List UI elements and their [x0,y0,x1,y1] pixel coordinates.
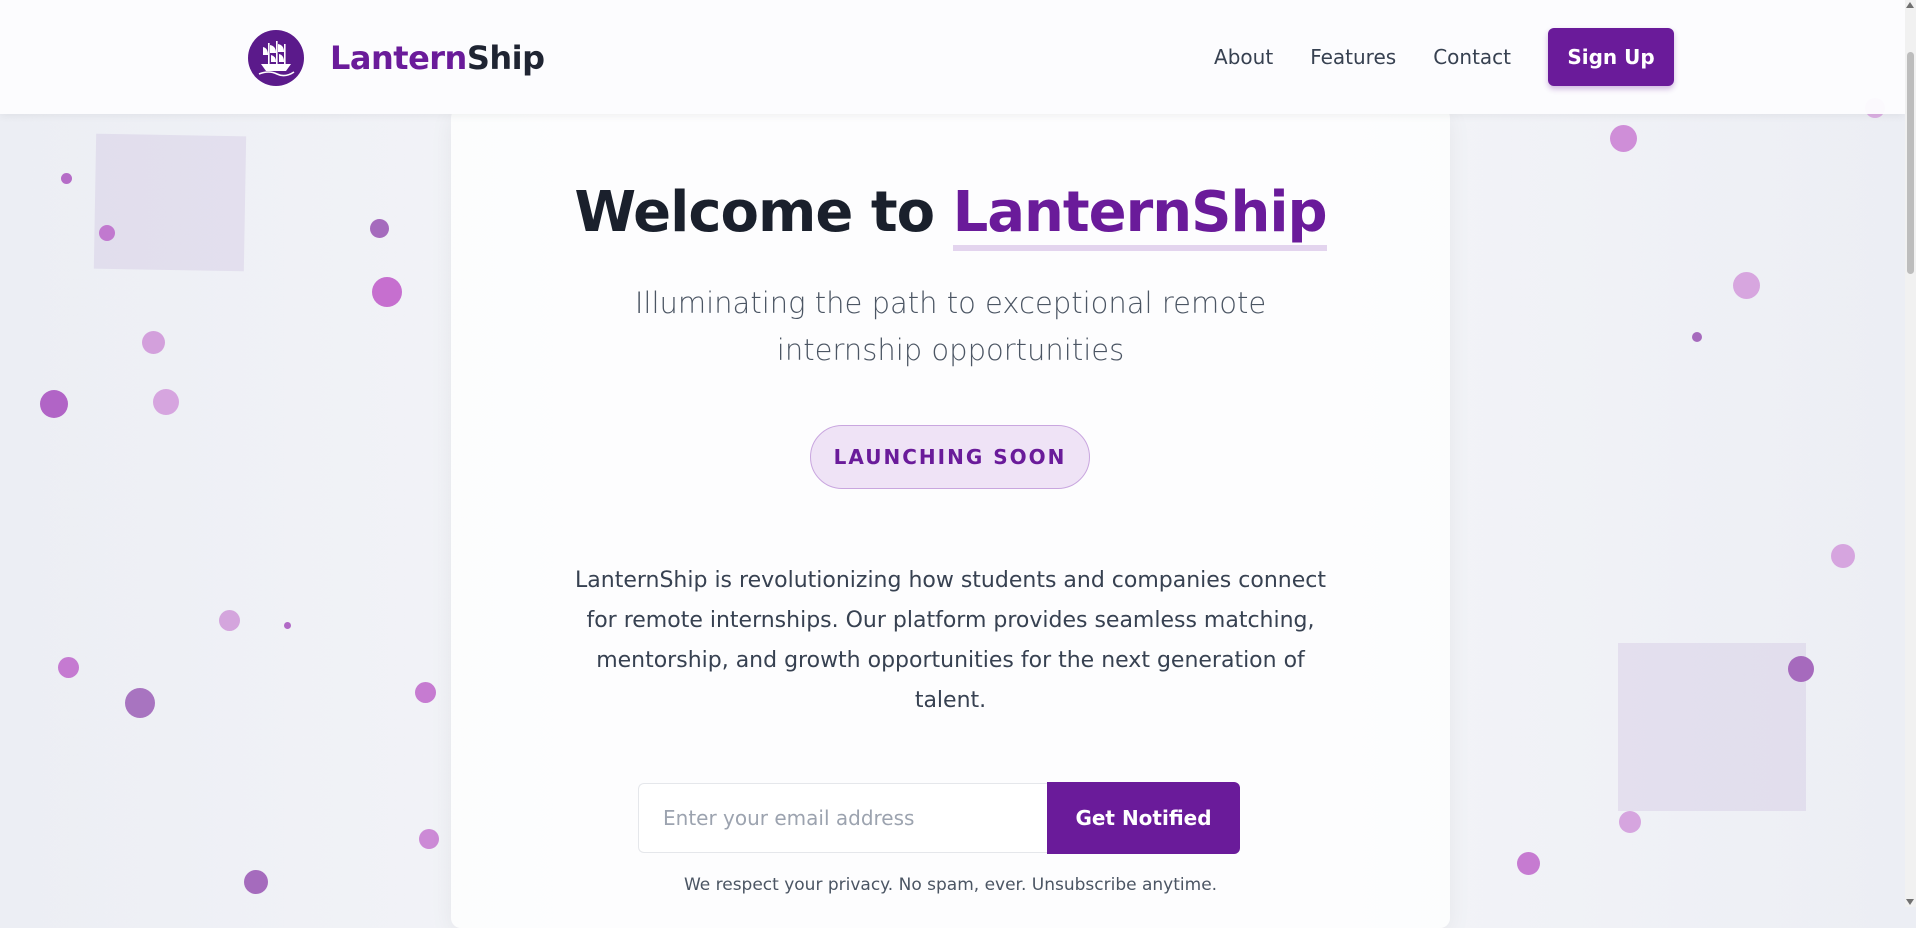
decorative-dot [1610,125,1637,152]
decorative-dot [244,870,268,894]
ship-icon [248,30,304,86]
decorative-dot [284,622,291,629]
decorative-square [1618,643,1806,811]
brand-name-part1: Lantern [330,39,467,77]
decorative-dot [40,390,68,418]
decorative-dot [419,829,439,849]
hero-description: LanternShip is revolutionizing how stude… [575,568,1326,713]
decorative-dot [1517,852,1540,875]
decorative-dot [142,331,165,354]
hero-card: Welcome to LanternShip Illuminating the … [451,108,1450,928]
main-nav: About Features Contact Sign Up [1214,28,1674,86]
nav-link-contact[interactable]: Contact [1433,45,1511,69]
privacy-note: We respect your privacy. No spam, ever. … [683,875,1218,895]
scroll-up-arrow-icon[interactable] [1906,2,1914,8]
decorative-dot [370,219,389,238]
scroll-down-arrow-icon[interactable] [1906,899,1914,905]
get-notified-button[interactable]: Get Notified [1047,782,1240,854]
decorative-square [93,133,247,272]
brand-logo-link[interactable]: LanternShip [248,30,545,86]
decorative-dot [1692,332,1702,342]
decorative-dot [58,657,79,678]
nav-link-about[interactable]: About [1214,45,1273,69]
decorative-dot [61,173,72,184]
brand-name-part2: Ship [466,39,545,77]
decorative-dot [99,225,115,241]
decorative-dot [125,688,155,718]
launching-soon-badge: LAUNCHING SOON [810,425,1090,489]
title-highlight: LanternShip [952,180,1328,251]
decorative-dot [1619,811,1641,833]
decorative-dot [153,389,179,415]
notify-form: Get Notified [638,782,1240,854]
decorative-dot [1733,272,1760,299]
page-title: Welcome to LanternShip [451,180,1450,251]
decorative-dot [1788,656,1814,682]
sign-up-button[interactable]: Sign Up [1548,28,1674,86]
nav-link-features[interactable]: Features [1310,45,1396,69]
decorative-dot [1831,544,1855,568]
page-scrollbar[interactable] [1905,0,1916,907]
decorative-dot [415,682,436,703]
decorative-dot [219,610,240,631]
top-navbar: LanternShip About Features Contact Sign … [0,0,1905,114]
email-input[interactable] [638,783,1047,853]
hero-subtitle: Illuminating the path to exceptional rem… [634,286,1267,367]
scrollbar-thumb[interactable] [1907,52,1914,274]
title-prefix: Welcome to [574,180,935,245]
brand-name: LanternShip [330,39,545,77]
decorative-dot [372,277,402,307]
